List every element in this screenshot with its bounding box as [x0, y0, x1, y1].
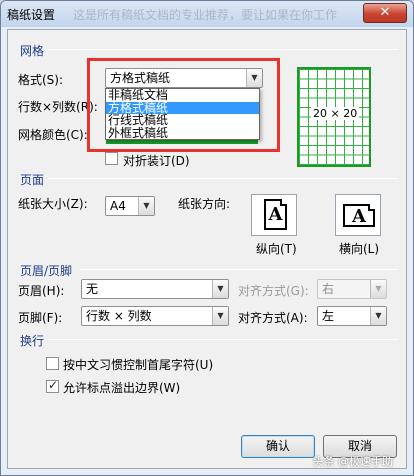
landscape-page-icon: A — [343, 204, 375, 227]
page-setup-dialog: 稿纸设置 这是所有稿纸文档的专业推荐，要让如果在你工作 ✕ 网格 格式(S): … — [0, 0, 414, 476]
annotation-highlight-box — [87, 58, 280, 152]
background-title-text: 这是所有稿纸文档的专业推荐，要让如果在你工作 — [73, 8, 338, 22]
footer-select-value: 行数 × 列数 — [86, 309, 152, 323]
header-label: 页眉(H): — [18, 284, 65, 298]
header-align-value: 右 — [322, 282, 335, 296]
chevron-down-icon[interactable]: ▼ — [212, 280, 228, 298]
section-grid: 网格 — [20, 44, 45, 58]
footer-select[interactable]: 行数 × 列数 ▼ — [81, 306, 229, 326]
chevron-down-icon[interactable]: ▼ — [212, 307, 228, 325]
chevron-down-icon[interactable]: ▼ — [370, 307, 386, 325]
paper-size-label: 纸张大小(Z): — [18, 197, 88, 211]
section-header-footer: 页眉/页脚 — [20, 264, 73, 278]
portrait-button[interactable]: A — [251, 194, 297, 236]
grid-preview-text: 20 × 20 — [311, 107, 360, 120]
punctuation-overflow-checkbox[interactable] — [46, 378, 59, 393]
portrait-page-icon: A — [264, 199, 287, 230]
fold-binding-label: 对折装订(D) — [123, 154, 190, 168]
section-divider — [48, 178, 398, 179]
portrait-label: 纵向(T) — [256, 242, 297, 256]
ok-button[interactable]: 确认 — [241, 435, 315, 458]
section-divider — [48, 49, 398, 50]
landscape-button[interactable]: A — [335, 194, 381, 236]
paper-size-select[interactable]: A4 ▼ — [105, 196, 155, 216]
chevron-down-icon[interactable]: ▼ — [138, 197, 154, 215]
close-button[interactable]: ✕ — [363, 3, 407, 23]
dialog-title: 稿纸设置 — [7, 8, 56, 22]
header-select-value: 无 — [86, 282, 99, 296]
header-select[interactable]: 无 ▼ — [81, 279, 229, 299]
punctuation-overflow-label: 允许标点溢出边界(W) — [63, 381, 181, 395]
section-divider — [48, 339, 398, 340]
paper-size-value: A4 — [110, 199, 126, 213]
orientation-label: 纸张方向: — [178, 197, 231, 211]
header-align-select[interactable]: 右 ▼ — [317, 279, 387, 299]
header-align-label: 对齐方式(G): — [238, 284, 309, 298]
rowcol-label: 行数×列数(R): — [18, 100, 98, 114]
watermark: 头条 @极速手助 — [312, 455, 394, 468]
close-icon: ✕ — [379, 5, 391, 20]
format-label: 格式(S): — [18, 73, 64, 87]
footer-align-label: 对齐方式(A): — [238, 311, 308, 325]
grid-color-label: 网格颜色(C): — [18, 128, 88, 142]
fold-binding-checkbox[interactable] — [105, 152, 118, 165]
section-page: 页面 — [20, 173, 45, 187]
chinese-rules-checkbox[interactable] — [46, 357, 59, 370]
footer-align-select[interactable]: 左 ▼ — [317, 306, 387, 326]
section-divider — [80, 269, 398, 270]
landscape-label: 横向(L) — [339, 242, 380, 256]
section-wrap: 换行 — [20, 334, 45, 348]
grid-preview: 20 × 20 — [297, 67, 371, 167]
footer-label: 页脚(F): — [18, 311, 63, 325]
footer-align-value: 左 — [322, 309, 335, 323]
title-bar: 稿纸设置 这是所有稿纸文档的专业推荐，要让如果在你工作 ✕ — [1, 1, 413, 27]
chinese-rules-label: 按中文习惯控制首尾字符(U) — [63, 358, 214, 372]
chevron-down-icon[interactable]: ▼ — [370, 280, 386, 298]
